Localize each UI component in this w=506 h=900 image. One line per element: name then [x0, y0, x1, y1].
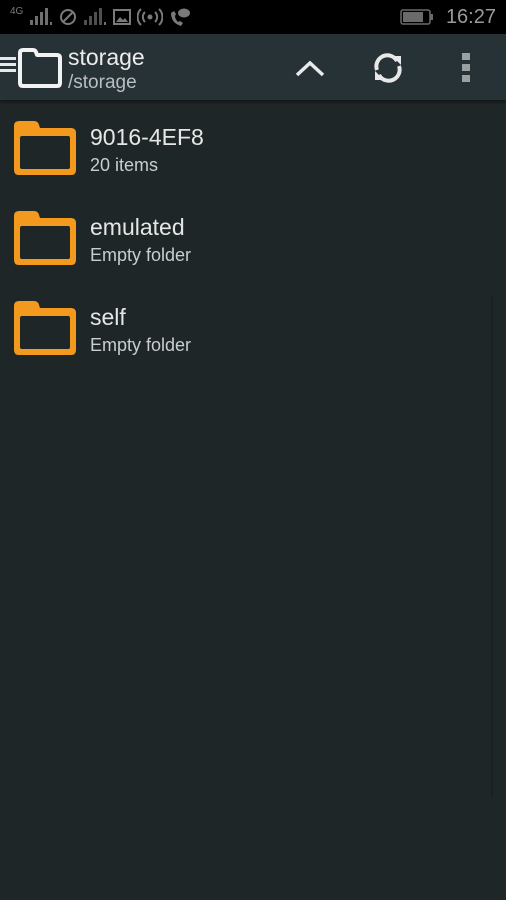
menu-icon[interactable] [0, 57, 16, 77]
refresh-button[interactable] [368, 48, 408, 88]
folder-list-item[interactable]: emulated Empty folder [0, 190, 506, 280]
status-bar: 4G 16:27 [0, 0, 506, 34]
folder-meta: Empty folder [90, 245, 192, 265]
battery-icon [400, 9, 433, 25]
more-options-button[interactable] [446, 48, 486, 88]
folder-meta: Empty folder [90, 335, 192, 355]
folder-meta: 20 items [90, 155, 159, 175]
folder-name: 9016-4EF8 [90, 124, 204, 150]
more-vert-icon [462, 53, 470, 82]
chevron-up-icon [295, 60, 325, 77]
clock: 16:27 [445, 5, 496, 28]
signal-sim1-icon [30, 8, 53, 25]
scrollbar[interactable] [491, 296, 493, 796]
status-icons-right: 16:27 [400, 4, 496, 30]
signal-sim2-icon [84, 8, 107, 25]
network-type-indicator: 4G [10, 5, 24, 17]
call-message-icon [171, 8, 191, 26]
status-icons-left: 4G [10, 6, 191, 28]
folder-name: self [90, 304, 126, 330]
navigate-up-button[interactable] [290, 48, 330, 88]
folder-list-item[interactable]: 9016-4EF8 20 items [0, 100, 506, 190]
no-sim-icon [60, 9, 77, 25]
folder-list: 9016-4EF8 20 items emulated Empty folder… [0, 100, 506, 370]
folder-name: emulated [90, 214, 185, 240]
folder-icon [14, 121, 76, 175]
app-bar: storage /storage [0, 34, 506, 100]
refresh-icon [374, 53, 402, 83]
folder-icon [18, 48, 62, 88]
folder-list-item[interactable]: self Empty folder [0, 280, 506, 370]
hotspot-icon [137, 8, 164, 26]
folder-icon [14, 211, 76, 265]
folder-path: /storage [68, 72, 137, 93]
image-notification-icon [113, 9, 132, 25]
folder-icon [14, 301, 76, 355]
folder-title: storage [68, 44, 145, 70]
